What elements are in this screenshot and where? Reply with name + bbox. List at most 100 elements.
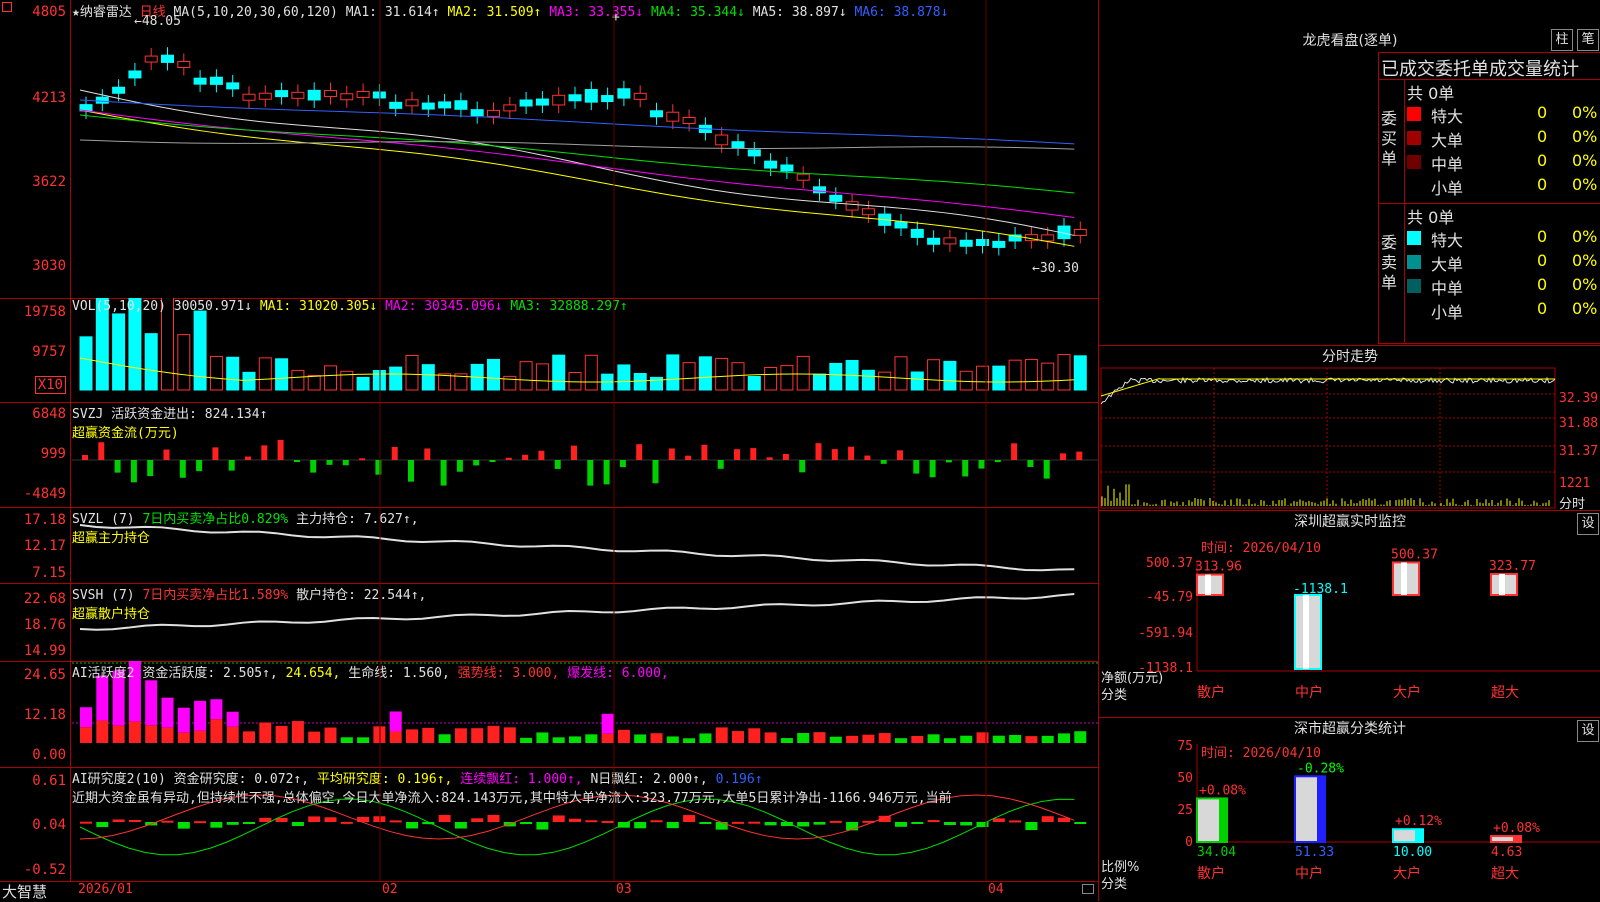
- date-label: 02: [382, 882, 398, 897]
- volume-bar: [389, 366, 403, 391]
- intraday-chart[interactable]: [1099, 346, 1600, 511]
- activity-bar: [569, 736, 581, 743]
- ma-line: [79, 99, 1075, 145]
- volume-bar: [421, 364, 435, 391]
- volume-bar: [405, 355, 419, 391]
- order-row: 中单 0 0%: [1407, 151, 1600, 174]
- volume-bar: [780, 365, 794, 391]
- price-label: 32.39: [1559, 391, 1599, 406]
- research-bar: [617, 822, 630, 828]
- legend-item: 生命线: 1.560,: [348, 666, 450, 681]
- row-pct: 0%: [1572, 175, 1598, 194]
- legend-item: SVZJ: [72, 407, 104, 422]
- volume-bar: [698, 356, 712, 391]
- color-swatch: [1407, 303, 1421, 317]
- net-bar-highlight: [1401, 562, 1407, 595]
- activity-bar: [1025, 736, 1038, 743]
- research-bar: [340, 821, 353, 824]
- volume-bar: [992, 365, 1006, 391]
- volume-pane[interactable]: 19758 9757 X10 VOL(5,10,20) 30050.971↓ M…: [0, 298, 1098, 403]
- volume-bar: [307, 375, 321, 391]
- category-label: 大户: [1393, 684, 1421, 701]
- flow-bar: [228, 460, 235, 471]
- research-bar: [520, 822, 533, 825]
- research-bar: [389, 820, 402, 823]
- volume-bar: [209, 355, 223, 391]
- research-bar: [699, 822, 712, 824]
- x-axis-label: 分类: [1101, 688, 1128, 703]
- bar-mode-button[interactable]: 柱: [1551, 29, 1573, 51]
- ai-research-pane[interactable]: 0.61 0.04 -0.52 AI研究度2(10) 资金研究度: 0.072↑…: [0, 767, 1098, 882]
- research-bar: [927, 820, 940, 823]
- category-label: 散户: [1197, 865, 1225, 882]
- candle: [389, 101, 403, 109]
- legend-item: 资金活跃度: 2.505↑,: [142, 666, 278, 681]
- flow-bar: [114, 460, 121, 473]
- row-label: 小单: [1431, 179, 1464, 198]
- lock-icon[interactable]: [1082, 884, 1094, 894]
- candle: [242, 93, 256, 101]
- svzj-pane[interactable]: 6848 999 -4849 SVZJ 活跃资金进出: 824.134↑ 超赢资…: [0, 402, 1098, 508]
- flow-bar: [913, 460, 920, 474]
- flow-bar: [1076, 451, 1083, 460]
- candle: [128, 70, 142, 79]
- buy-total: 共 0单: [1407, 84, 1455, 103]
- row-count: 0: [1537, 175, 1548, 194]
- tick-mode-button[interactable]: 笔: [1577, 29, 1599, 51]
- ma-line: [79, 114, 1075, 194]
- ai-activity-pane[interactable]: 24.65 12.18 0.00 AI活跃度2 资金活跃度: 2.505↑, 2…: [0, 661, 1098, 768]
- research-bar: [194, 821, 207, 824]
- flow-bar: [701, 444, 708, 460]
- activity-bar: [406, 729, 418, 743]
- stats-panel: 深市超赢分类统计 设 时间: 2026/04/10 75 50 25 0 +0.08% 3…: [1098, 717, 1600, 901]
- activity-bar: [226, 711, 239, 727]
- activity-bar: [438, 734, 451, 743]
- date-axis: 大智慧 2026/01 02 03 04: [0, 881, 1098, 901]
- row-label: 特大: [1431, 231, 1464, 250]
- indicator-subtitle: 超赢散户持仓: [72, 607, 151, 622]
- activity-bar: [161, 727, 174, 743]
- row-count: 0: [1537, 275, 1548, 294]
- price-label: 31.37: [1559, 444, 1599, 459]
- activity-bar: [1041, 735, 1054, 743]
- legend-item: AI研究度2(10): [72, 772, 166, 787]
- flow-bar: [326, 460, 333, 465]
- row-label: 中单: [1431, 279, 1464, 298]
- volume-bar: [650, 376, 663, 391]
- activity-bar: [275, 725, 288, 743]
- volume-bar: [503, 375, 517, 391]
- flow-bar: [799, 460, 806, 473]
- legend-item: 24.654,: [285, 666, 341, 681]
- legend-item: MA4: 35.344↓: [650, 5, 745, 20]
- net-bar-highlight: [1303, 595, 1309, 669]
- activity-bar: [976, 732, 989, 743]
- value-label: -1138.1: [1293, 582, 1348, 597]
- legend-item: VOL(5,10,20): [72, 299, 166, 314]
- flow-bar: [261, 445, 268, 460]
- activity-bar: [471, 728, 484, 743]
- candle: [796, 173, 810, 181]
- volume-bar: [1024, 359, 1038, 391]
- net-amount-chart[interactable]: 500.37-45.79-591.94-1138.1313.96散户-1138.…: [1099, 511, 1600, 718]
- activity-bar: [226, 726, 239, 743]
- svsh-pane[interactable]: 22.68 18.76 14.99 SVSH (7) 7日内买卖净占比1.589…: [0, 583, 1098, 662]
- volume-bar: [79, 336, 93, 391]
- activity-bar: [161, 697, 174, 728]
- research-bar: [585, 820, 598, 823]
- activity-bar: [80, 727, 92, 743]
- legend-item: 平均研究度: 0.196↑,: [316, 772, 453, 787]
- svzl-pane[interactable]: 17.18 12.17 7.15 SVZL (7) 7日内买卖净占比0.829%…: [0, 507, 1098, 584]
- activity-bar: [960, 735, 973, 743]
- volume-bar: [633, 373, 647, 391]
- ratio-chart[interactable]: 75 50 25 0 +0.08% 34.04 散户 -0.28% 51.33 中户 +0.12% 1…: [1099, 718, 1600, 901]
- candle: [650, 110, 663, 118]
- candlestick-chart[interactable]: [0, 0, 1098, 298]
- activity-bar: [536, 732, 549, 743]
- volume-bar: [552, 354, 566, 391]
- high-marker: ←48.05: [134, 14, 181, 29]
- price-pane[interactable]: 4805 4213 3622 3030 ★纳睿雷达 日线 MA(5,10,20,…: [0, 0, 1098, 299]
- net-bar-highlight: [1499, 573, 1505, 595]
- candle: [552, 94, 566, 106]
- flow-bar: [685, 455, 692, 460]
- legend-item: MA1: 31020.305↓: [259, 299, 378, 314]
